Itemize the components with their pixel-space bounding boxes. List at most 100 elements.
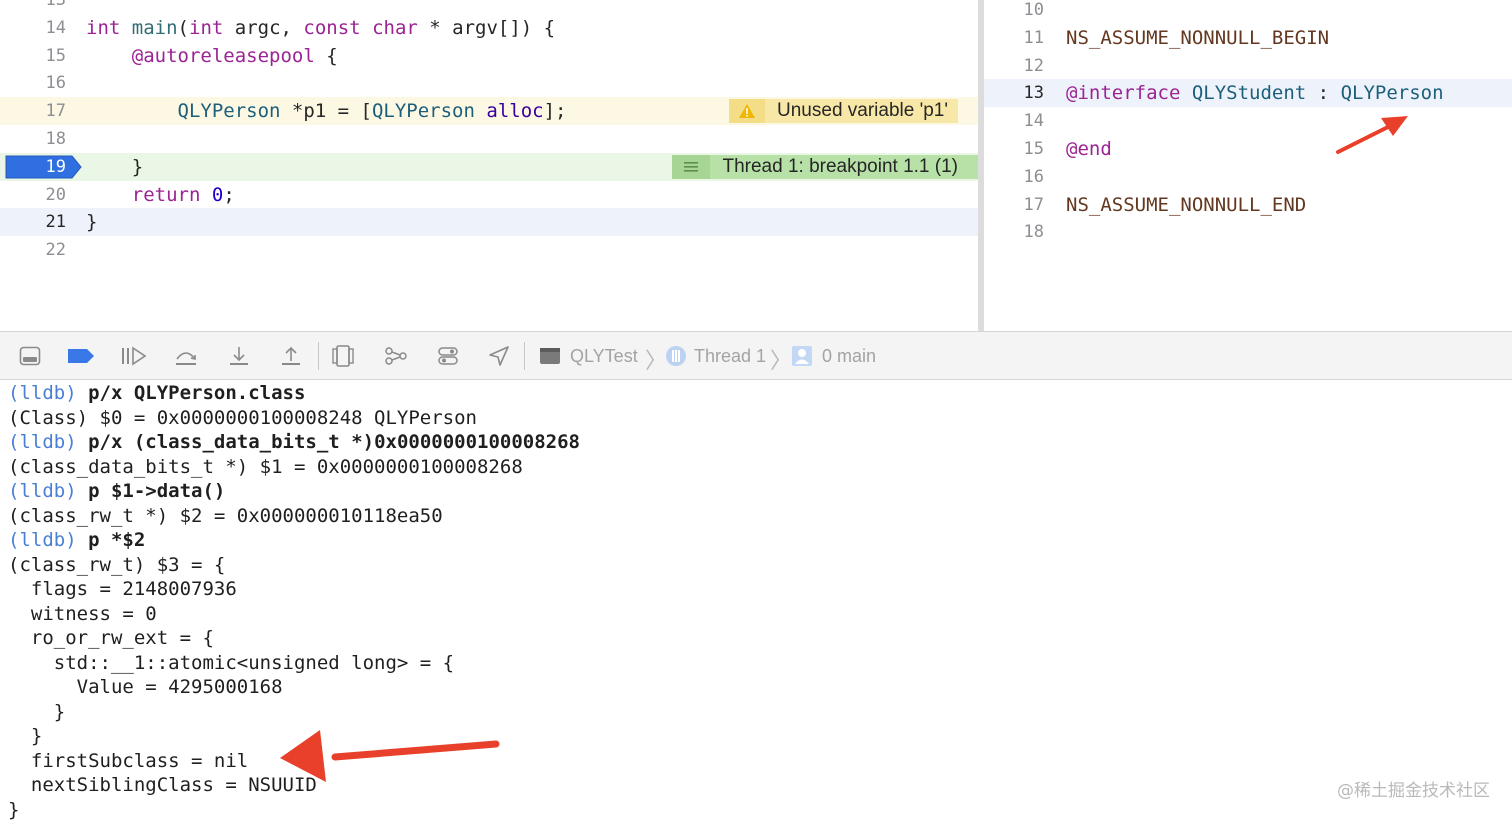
line-number[interactable]: 10 [984, 0, 1044, 24]
line-number[interactable]: 16 [984, 163, 1044, 191]
continue-icon[interactable] [118, 344, 148, 368]
code-token: @interface [1066, 82, 1181, 105]
code-token: NS_ASSUME_NONNULL_END [1066, 193, 1307, 216]
code-text: QLYPerson *p1 = [QLYPerson alloc]; [86, 97, 567, 125]
code-line[interactable]: 20 return 0; [0, 181, 978, 209]
console-line: (class_rw_t) $3 = { [8, 553, 225, 577]
line-number[interactable]: 15 [0, 42, 66, 70]
console-line: ro_or_rw_ext = { [8, 626, 214, 650]
lldb-prompt: (lldb) [8, 480, 77, 502]
code-line[interactable]: 14 int main(int argc, const char * argv[]… [0, 14, 978, 42]
line-number[interactable]: 17 [984, 191, 1044, 219]
code-token: char [372, 16, 418, 39]
code-line[interactable]: 21} [0, 208, 978, 237]
code-token: ; [223, 183, 235, 206]
console-line: (Class) $0 = 0x0000000100008248 QLYPerso… [8, 406, 477, 430]
code-token: return [131, 183, 201, 206]
memory-graph-icon[interactable] [382, 344, 410, 368]
thread-icon [664, 344, 688, 368]
stack-frame-icon [790, 344, 814, 368]
code-token: main [131, 16, 178, 39]
console-output-text: nextSiblingClass = NSUUID [8, 774, 317, 796]
line-number[interactable]: 16 [0, 69, 66, 97]
code-line[interactable]: 17 NS_ASSUME_NONNULL_END [984, 191, 1512, 219]
console-line: (lldb) p/x QLYPerson.class [8, 381, 305, 405]
code-text: @autoreleasepool { [86, 42, 338, 70]
debug-view-hierarchy-icon[interactable] [330, 344, 356, 368]
line-number[interactable]: 22 [0, 236, 66, 264]
simulate-location-icon[interactable] [486, 344, 512, 368]
code-token: const [303, 16, 361, 39]
code-token: } [86, 211, 98, 234]
console-output-text: (class_rw_t) $3 = { [8, 553, 226, 576]
code-line[interactable]: 16 [0, 69, 978, 97]
hide-debug-area-icon[interactable] [18, 344, 42, 368]
code-token: QLYPerson [1340, 82, 1444, 105]
code-line[interactable]: 14 [984, 107, 1512, 135]
line-number[interactable]: 11 [984, 24, 1044, 52]
lldb-console[interactable]: (lldb) p/x QLYPerson.class (Class) $0 = 0… [0, 380, 1512, 820]
code-line[interactable]: 10 [984, 0, 1512, 24]
code-token: QLYStudent [1191, 82, 1307, 105]
code-line[interactable]: 16 [984, 163, 1512, 191]
line-number[interactable]: 18 [984, 218, 1044, 246]
code-text: } [86, 153, 143, 181]
code-line[interactable]: 15 @end [984, 135, 1512, 163]
breakpoints-toggle-icon[interactable] [66, 344, 96, 368]
code-line[interactable]: 12 [984, 52, 1512, 80]
line-number[interactable]: 14 [984, 107, 1044, 135]
step-over-icon[interactable] [172, 344, 200, 368]
line-number[interactable]: 13 [0, 0, 66, 14]
line-number[interactable]: 14 [0, 14, 66, 42]
console-line: (class_data_bits_t *) $1 = 0x00000001000… [8, 455, 523, 479]
environment-overrides-icon[interactable] [436, 344, 460, 368]
line-number[interactable]: 13 [984, 79, 1044, 107]
code-line[interactable]: 17 QLYPerson *p1 = [QLYPerson alloc]; Unu… [0, 97, 978, 126]
breadcrumb-thread[interactable]: Thread 1 [694, 344, 766, 368]
console-line: nextSiblingClass = NSUUID [8, 773, 317, 797]
console-line: (lldb) p *$2 [8, 528, 145, 552]
warning-annotation[interactable]: Unused variable 'p1' [729, 99, 958, 124]
target-app-icon [538, 344, 562, 368]
line-number[interactable]: 15 [984, 135, 1044, 163]
code-token: int [86, 16, 121, 39]
line-number[interactable]: 12 [984, 52, 1044, 80]
step-into-icon[interactable] [226, 344, 252, 368]
right-code-editor[interactable]: 10 11 NS_ASSUME_NONNULL_BEGIN 12 13 @interfac… [984, 0, 1512, 331]
code-line[interactable]: 19 } Thread 1: breakpoint 1.1 (1) [0, 152, 978, 181]
console-line: (lldb) p $1->data() [8, 479, 225, 503]
console-line: } [8, 798, 19, 820]
code-token: @autoreleasepool [131, 44, 315, 67]
code-line[interactable]: 13 @interface QLYStudent : QLYPerson [984, 79, 1512, 108]
code-line[interactable]: 13 [0, 0, 978, 14]
code-line[interactable]: 22 [0, 236, 978, 264]
line-number[interactable]: 18 [0, 125, 66, 153]
code-line[interactable]: 18 [0, 125, 978, 153]
code-line[interactable]: 11 NS_ASSUME_NONNULL_BEGIN [984, 24, 1512, 52]
line-number[interactable]: 19 [0, 153, 66, 181]
breadcrumb-target[interactable]: QLYTest [570, 344, 638, 368]
code-token: 0 [211, 183, 224, 206]
code-token: * argv[]) { [417, 16, 556, 39]
console-output-text: witness = 0 [8, 602, 157, 625]
code-line[interactable]: 18 [984, 218, 1512, 246]
breakpoint-annotation[interactable]: Thread 1: breakpoint 1.1 (1) [672, 154, 978, 179]
line-number[interactable]: 17 [0, 97, 66, 125]
console-output-text: ro_or_rw_ext = { [8, 627, 214, 649]
step-out-icon[interactable] [278, 344, 304, 368]
line-number[interactable]: 21 [0, 208, 66, 236]
lldb-prompt: (lldb) [8, 529, 77, 551]
code-token: } [86, 155, 144, 178]
code-token: ( [177, 16, 189, 39]
line-number[interactable]: 20 [0, 181, 66, 209]
console-output-text: } [8, 798, 20, 820]
breakpoint-message: Thread 1: breakpoint 1.1 (1) [722, 155, 958, 177]
debug-toolbar: QLYTest 〉 Thread 1 〉 0 main [0, 331, 1512, 380]
toolbar-separator [318, 342, 319, 370]
console-output-text: (class_rw_t *) $2 = 0x000000010118ea50 [8, 504, 443, 527]
code-token: ]; [543, 100, 567, 123]
code-line[interactable]: 15 @autoreleasepool { [0, 42, 978, 70]
breadcrumb-frame[interactable]: 0 main [822, 344, 876, 368]
left-code-editor[interactable]: 13 14 int main(int argc, const char * argv… [0, 0, 978, 331]
